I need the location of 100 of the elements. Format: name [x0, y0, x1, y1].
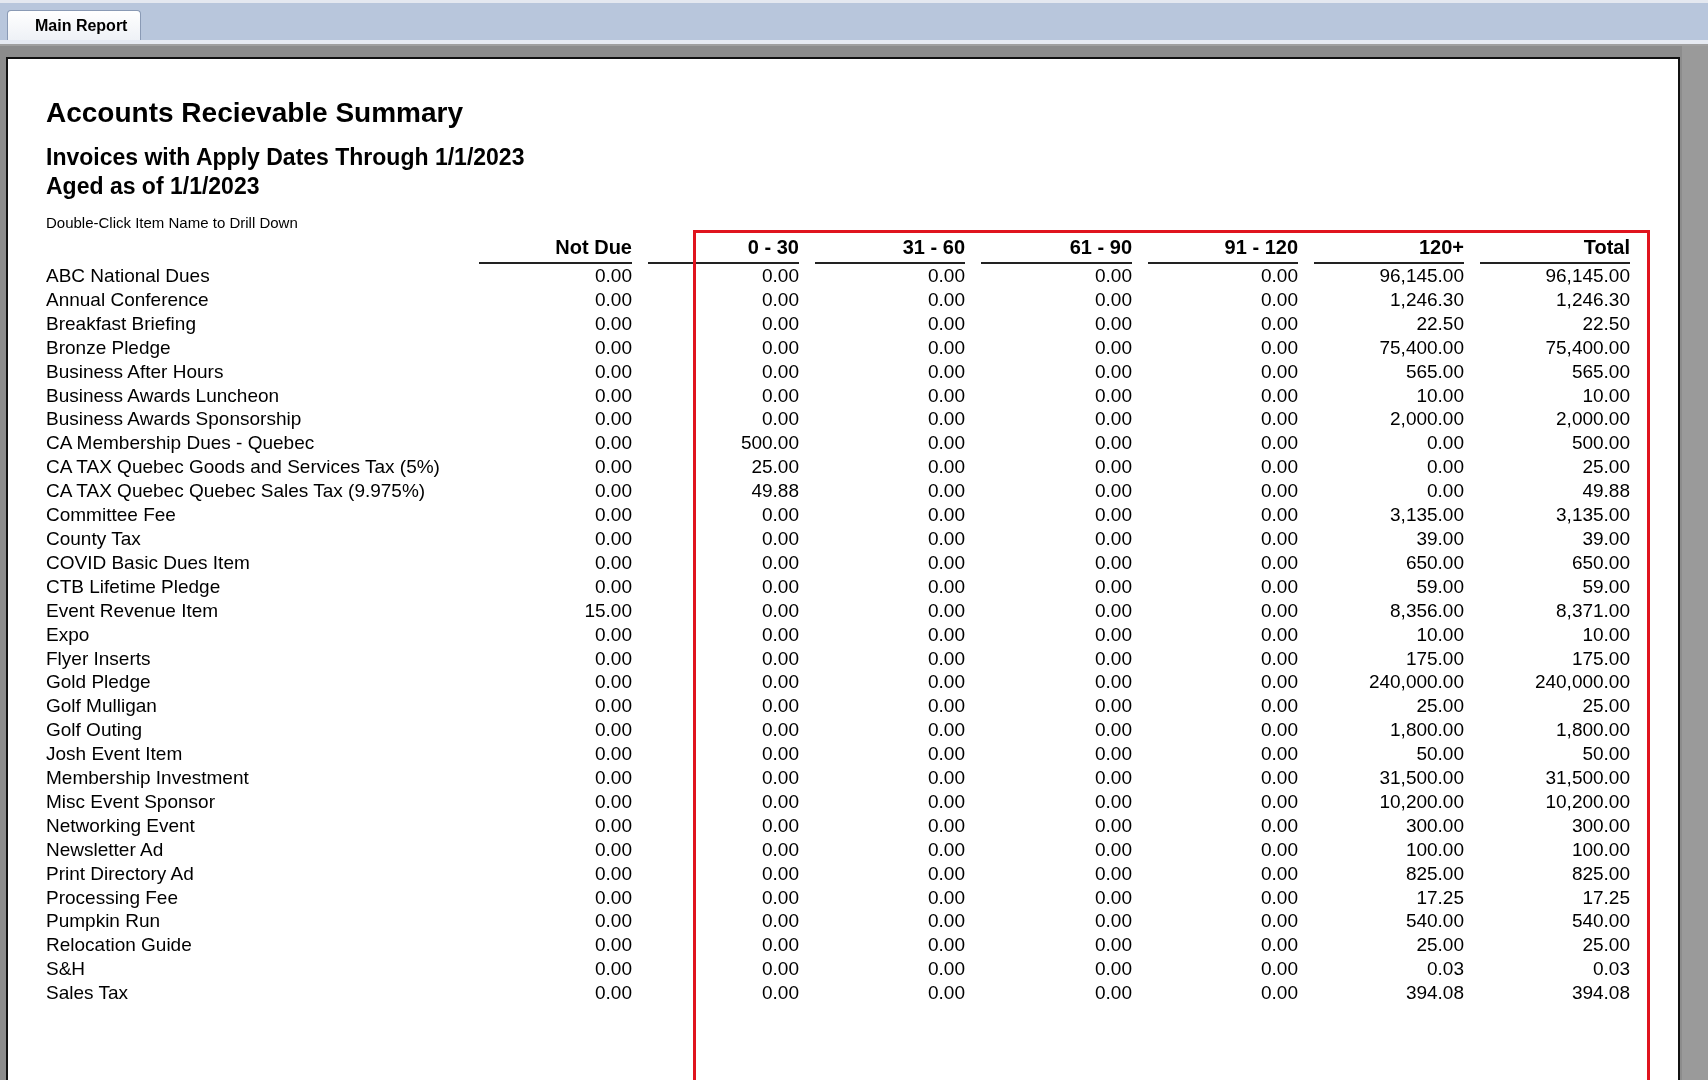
- amount-cell-text: 650.00: [1404, 550, 1464, 575]
- amount-cell-text: 75,400.00: [1378, 335, 1464, 360]
- amount-cell-text: 0.00: [1260, 359, 1298, 384]
- item-name[interactable]: County Tax: [46, 526, 463, 551]
- amount-cell-text: 0.00: [927, 742, 965, 767]
- item-name[interactable]: Committee Fee: [46, 503, 463, 527]
- amount-cell-text: 0.00: [1260, 694, 1298, 719]
- amount-cell-text: 0.00: [1260, 813, 1298, 838]
- item-name[interactable]: Bronze Pledge: [46, 335, 463, 360]
- amount-cell-text: 0.00: [1260, 287, 1298, 312]
- amount-cell-text: 75,400.00: [1544, 335, 1630, 360]
- amount-cell-text: 0.00: [927, 694, 965, 719]
- amount-cell-text: 8,371.00: [1555, 598, 1630, 623]
- amount-cell-text: 0.00: [1094, 287, 1132, 312]
- item-name[interactable]: Business After Hours: [46, 359, 463, 384]
- amount-cell-text: 0.00: [1094, 670, 1132, 695]
- item-name[interactable]: Relocation Guide: [46, 933, 463, 958]
- item-name[interactable]: CA Membership Dues - Quebec: [46, 431, 463, 456]
- amount-cell-text: 0.00: [594, 407, 632, 432]
- amount-cell-text: 0.00: [1094, 694, 1132, 719]
- amount-cell-text: 0.00: [761, 742, 799, 767]
- amount-cell-text: 0.00: [1260, 837, 1298, 862]
- item-name[interactable]: CTB Lifetime Pledge: [46, 574, 463, 599]
- amount-cell-text: 0.00: [594, 813, 632, 838]
- item-name[interactable]: Expo: [46, 622, 463, 647]
- amount-cell-text: 0.00: [761, 718, 799, 743]
- amount-cell-text: 0.00: [1426, 455, 1464, 480]
- item-name[interactable]: Newsletter Ad: [46, 837, 463, 862]
- item-name[interactable]: Pumpkin Run: [46, 909, 463, 934]
- item-name[interactable]: Processing Fee: [46, 885, 463, 910]
- amount-cell-text: 0.00: [927, 646, 965, 671]
- amount-cell-text: 39.00: [1581, 526, 1630, 551]
- amount-cell-text: 15.00: [583, 598, 632, 623]
- amount-cell-text: 0.00: [1260, 407, 1298, 432]
- amount-cell-text: 0.00: [761, 789, 799, 814]
- amount-cell-text: 0.00: [927, 455, 965, 480]
- item-name[interactable]: ABC National Dues: [46, 264, 463, 288]
- amount-cell-text: 0.00: [594, 359, 632, 384]
- amount-cell-text: 0.00: [1094, 407, 1132, 432]
- amount-cell-text: 565.00: [1404, 359, 1464, 384]
- item-name[interactable]: Business Awards Luncheon: [46, 383, 463, 408]
- report-tab[interactable]: Main Report: [7, 10, 142, 40]
- amount-cell-text: 0.00: [927, 359, 965, 384]
- amount-cell-text: 0.00: [761, 287, 799, 312]
- item-name[interactable]: Golf Mulligan: [46, 694, 463, 719]
- amount-cell-text: 0.00: [1094, 837, 1132, 862]
- amount-cell-text: 0.00: [927, 718, 965, 743]
- amount-cell-text: 49.88: [1581, 479, 1630, 504]
- amount-cell-text: 8,356.00: [1389, 598, 1464, 623]
- item-name[interactable]: Josh Event Item: [46, 742, 463, 767]
- amount-cell-text: 0.00: [1094, 909, 1132, 934]
- amount-cell-text: 0.00: [761, 335, 799, 360]
- amount-cell-text: 0.00: [1094, 766, 1132, 790]
- amount-cell-text: 59.00: [1581, 574, 1630, 599]
- amount-cell-text: 0.00: [594, 550, 632, 575]
- amount-cell-text: 0.00: [594, 503, 632, 527]
- item-name[interactable]: CA TAX Quebec Quebec Sales Tax (9.975%): [46, 479, 463, 504]
- amount-cell-text: 17.25: [1415, 885, 1464, 910]
- item-name[interactable]: Sales Tax: [46, 981, 463, 1006]
- item-name[interactable]: Membership Investment: [46, 766, 463, 790]
- amount-cell-text: 10.00: [1581, 383, 1630, 408]
- amount-cell-text: 17.25: [1581, 885, 1630, 910]
- amount-cell-text: 0.00: [594, 742, 632, 767]
- amount-cell-text: 0.00: [927, 335, 965, 360]
- amount-cell-text: 0.00: [1260, 885, 1298, 910]
- amount-cell-text: 0.00: [1094, 813, 1132, 838]
- column-header: 0 - 30: [648, 235, 799, 264]
- amount-cell-text: 0.00: [1260, 526, 1298, 551]
- item-name[interactable]: Networking Event: [46, 813, 463, 838]
- amount-cell-text: 1,246.30: [1389, 287, 1464, 312]
- item-name[interactable]: Business Awards Sponsorship: [46, 407, 463, 432]
- amount-cell-text: 0.00: [1094, 503, 1132, 527]
- amount-cell-text: 0.00: [761, 550, 799, 575]
- amount-cell-text: 0.00: [927, 909, 965, 934]
- amount-cell-text: 0.00: [1094, 789, 1132, 814]
- item-name[interactable]: Misc Event Sponsor: [46, 789, 463, 814]
- amount-cell-text: 0.00: [1260, 957, 1298, 982]
- amount-cell-text: 394.08: [1404, 981, 1464, 1006]
- item-name[interactable]: CA TAX Quebec Goods and Services Tax (5%): [46, 455, 463, 480]
- item-name[interactable]: Breakfast Briefing: [46, 311, 463, 336]
- amount-cell-text: 0.00: [761, 694, 799, 719]
- item-name[interactable]: Event Revenue Item: [46, 598, 463, 623]
- amount-cell-text: 0.00: [1094, 335, 1132, 360]
- item-name[interactable]: Annual Conference: [46, 287, 463, 312]
- amount-cell-text: 0.00: [1260, 789, 1298, 814]
- item-name[interactable]: Flyer Inserts: [46, 646, 463, 671]
- amount-cell-text: 0.00: [761, 598, 799, 623]
- amount-cell-text: 100.00: [1570, 837, 1630, 862]
- amount-cell-text: 0.00: [1260, 455, 1298, 480]
- item-name[interactable]: COVID Basic Dues Item: [46, 550, 463, 575]
- item-name[interactable]: Print Directory Ad: [46, 861, 463, 886]
- amount-cell-text: 0.00: [594, 264, 632, 288]
- amount-cell-text: 0.00: [594, 287, 632, 312]
- amount-cell-text: 0.00: [761, 933, 799, 958]
- item-name[interactable]: Gold Pledge: [46, 670, 463, 695]
- amount-cell-text: 0.00: [927, 383, 965, 408]
- item-name[interactable]: Golf Outing: [46, 718, 463, 743]
- item-name[interactable]: S&H: [46, 957, 463, 982]
- amount-cell-text: 0.00: [594, 455, 632, 480]
- amount-cell-text: 0.00: [761, 766, 799, 790]
